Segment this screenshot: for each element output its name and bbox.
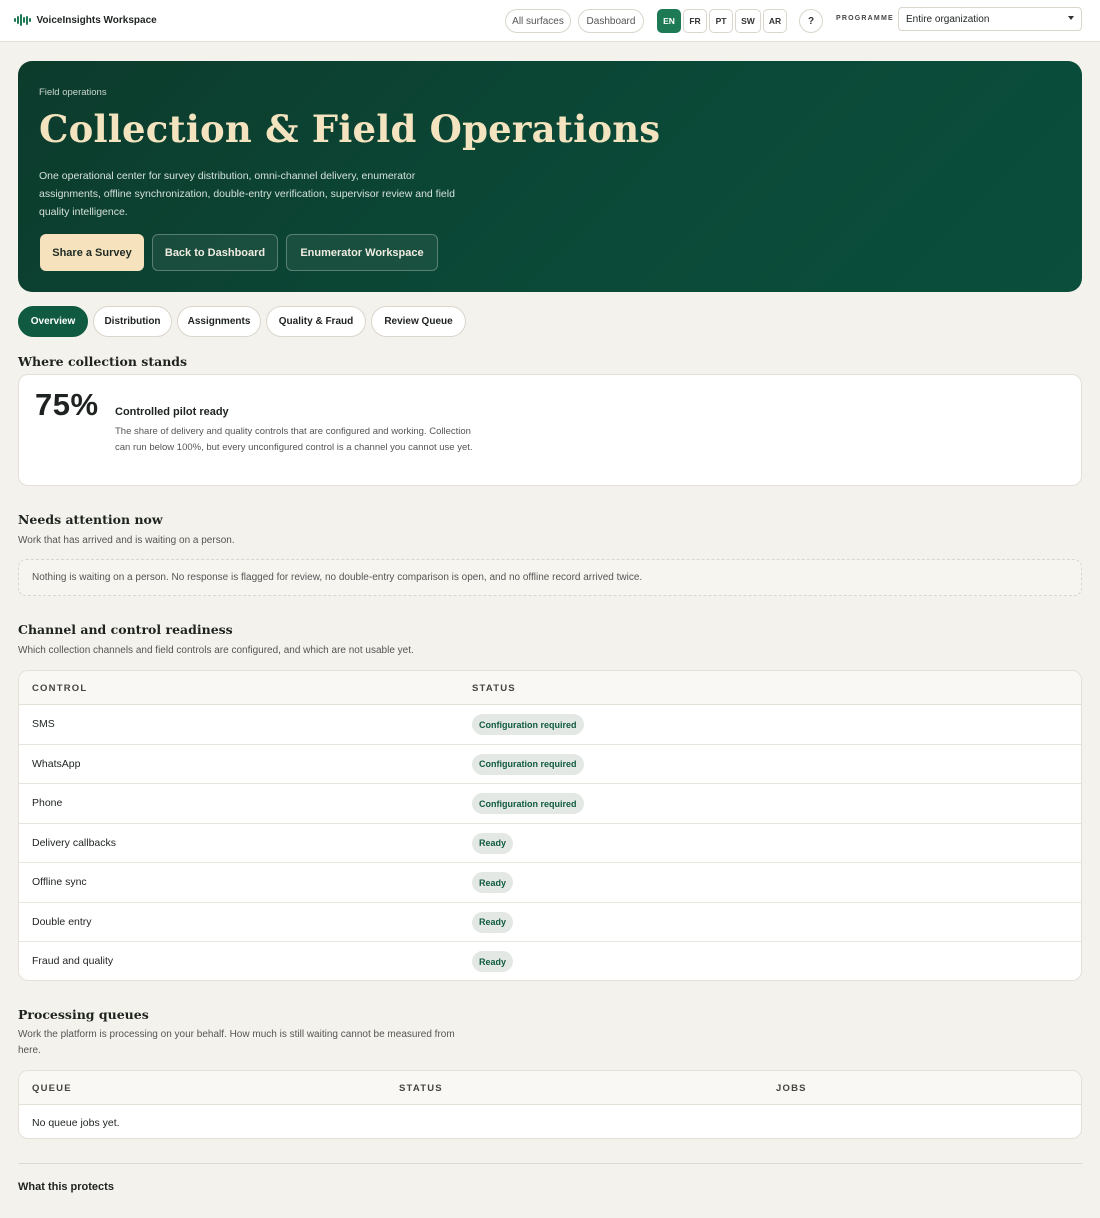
tab-review-queue[interactable]: Review Queue	[371, 306, 466, 337]
top-bar: VoiceInsights Workspace All surfaces Das…	[0, 0, 1100, 42]
control-name: SMS	[32, 718, 55, 730]
enumerator-workspace-button[interactable]: Enumerator Workspace	[286, 234, 438, 271]
language-fr-button[interactable]: FR	[683, 9, 707, 33]
table-row: Offline sync Ready	[19, 863, 1081, 903]
programme-select[interactable]: Entire organization	[898, 7, 1082, 31]
tab-distribution[interactable]: Distribution	[93, 306, 172, 337]
attention-empty-state: Nothing is waiting on a person. No respo…	[18, 559, 1082, 596]
control-name: Double entry	[32, 915, 92, 928]
programme-select-value: Entire organization	[906, 13, 990, 25]
language-en-button[interactable]: EN	[657, 9, 681, 33]
table-row: Fraud and quality Ready	[19, 942, 1081, 980]
table-row: WhatsApp Configuration required	[19, 745, 1081, 784]
attention-heading: Needs attention now	[18, 512, 163, 527]
queues-subtitle: Work the platform is processing on your …	[18, 1029, 455, 1056]
control-name: Phone	[32, 797, 63, 809]
table-header: CONTROL STATUS	[19, 671, 1081, 705]
table-row: No queue jobs yet.	[19, 1105, 1081, 1138]
programme-label: PROGRAMME	[836, 15, 894, 22]
readiness-card: 75% Controlled pilot ready The share of …	[18, 374, 1082, 486]
channels-table: CONTROL STATUS SMS Configuration required…	[18, 670, 1082, 981]
hero-eyebrow: Field operations	[39, 87, 107, 98]
share-survey-button[interactable]: Share a Survey	[40, 234, 144, 271]
tab-assignments[interactable]: Assignments	[177, 306, 261, 337]
control-name: Fraud and quality	[32, 955, 114, 967]
divider	[18, 1163, 1082, 1164]
table-row: SMS Configuration required	[19, 705, 1081, 745]
help-button[interactable]: ?	[799, 9, 823, 33]
column-header-jobs: JOBS	[776, 1083, 807, 1094]
back-to-dashboard-button[interactable]: Back to Dashboard	[152, 234, 278, 271]
table-body: SMS Configuration required WhatsApp Configu…	[19, 705, 1081, 980]
column-header-control: CONTROL	[32, 683, 88, 694]
channels-subtitle: Which collection channels and field cont…	[18, 645, 414, 656]
readiness-percent: 75%	[35, 387, 99, 422]
brand[interactable]: VoiceInsights Workspace	[14, 14, 157, 26]
column-header-queue: QUEUE	[32, 1083, 72, 1094]
channels-heading: Channel and control readiness	[18, 622, 233, 637]
control-name: WhatsApp	[32, 757, 81, 770]
table-header: QUEUE STATUS JOBS	[19, 1071, 1081, 1105]
language-pt-button[interactable]: PT	[709, 9, 733, 33]
status-badge: Ready	[472, 832, 514, 854]
brand-name: VoiceInsights Workspace	[36, 14, 157, 26]
control-name: Delivery callbacks	[32, 836, 117, 849]
all-surfaces-link[interactable]: All surfaces	[505, 9, 571, 33]
chevron-down-icon	[1068, 16, 1074, 20]
attention-subtitle: Work that has arrived and is waiting on …	[18, 535, 235, 546]
table-row: Double entry Ready	[19, 903, 1081, 942]
dashboard-link[interactable]: Dashboard	[578, 9, 644, 33]
tab-quality-fraud[interactable]: Quality & Fraud	[266, 306, 366, 337]
tab-overview[interactable]: Overview	[18, 306, 88, 337]
status-badge: Configuration required	[472, 714, 584, 735]
status-badge: Configuration required	[472, 753, 584, 775]
readiness-title: Controlled pilot ready	[115, 406, 229, 418]
status-badge: Ready	[472, 872, 514, 893]
soundwave-icon	[14, 14, 31, 26]
column-header-status: STATUS	[472, 683, 516, 694]
control-name: Offline sync	[32, 876, 87, 888]
language-sw-button[interactable]: SW	[735, 9, 761, 33]
language-ar-button[interactable]: AR	[763, 9, 787, 33]
protects-heading: What this protects	[18, 1181, 114, 1193]
status-badge: Ready	[472, 911, 514, 933]
queues-table: QUEUE STATUS JOBS No queue jobs yet.	[18, 1070, 1082, 1139]
column-header-status: STATUS	[399, 1083, 443, 1094]
readiness-heading: Where collection stands	[18, 354, 188, 369]
table-row: Phone Configuration required	[19, 784, 1081, 824]
table-row: Delivery callbacks Ready	[19, 824, 1081, 863]
hero-banner: Field operations Collection & Field Oper…	[18, 61, 1082, 292]
page-title: Collection & Field Operations	[39, 107, 661, 151]
queues-heading: Processing queues	[18, 1007, 149, 1022]
queues-empty-state: No queue jobs yet.	[32, 1117, 120, 1129]
readiness-description: The share of delivery and quality contro…	[115, 426, 473, 453]
status-badge: Ready	[472, 951, 514, 972]
status-badge: Configuration required	[472, 793, 584, 814]
hero-description: One operational center for survey distri…	[39, 170, 455, 218]
